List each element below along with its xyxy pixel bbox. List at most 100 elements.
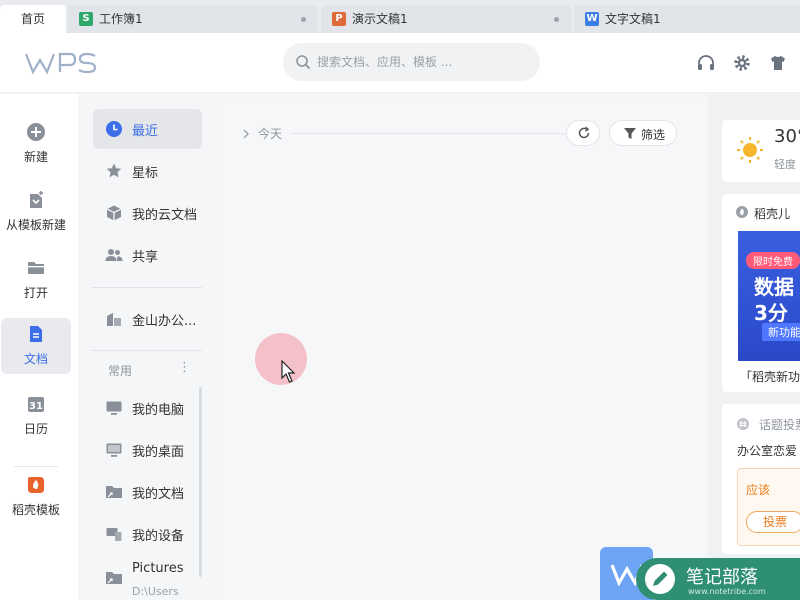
presentation-icon: P <box>332 12 346 26</box>
building-icon <box>107 313 121 326</box>
sun-icon <box>737 137 763 163</box>
nav-divider <box>92 287 202 288</box>
gear-icon[interactable] <box>732 53 752 73</box>
nav-kingsoft-org[interactable]: 金山办公... <box>93 299 202 339</box>
nav-pictures-path: D:\Users <box>132 585 179 598</box>
nav-panel: 最近 星标 我的云文档 共享 金山办公... 常用 ⋮ 我的电脑 我的桌面 我的… <box>78 94 218 600</box>
nav-pictures-label: Pictures <box>132 561 184 576</box>
headset-icon[interactable] <box>696 53 716 73</box>
nav-my-devices[interactable]: 我的设备 <box>93 514 202 554</box>
nav-my-computer[interactable]: 我的电脑 <box>93 388 202 428</box>
nav-my-desktop-label: 我的桌面 <box>132 445 185 460</box>
nav-section-common: 常用 <box>108 364 133 378</box>
pen-logo-icon <box>645 564 675 594</box>
nav-divider <box>92 350 202 351</box>
nav-recent-label: 最近 <box>132 124 159 139</box>
rail-calendar[interactable]: 31 日历 <box>1 388 71 444</box>
topic-option-label: 应该 <box>746 483 771 497</box>
tab-unsaved-dot[interactable] <box>301 17 306 22</box>
rail-documents-label: 文档 <box>23 352 48 366</box>
folder-shortcut-icon <box>106 486 122 498</box>
rail-new[interactable]: 新建 <box>1 116 71 172</box>
wps-logo[interactable] <box>24 51 98 75</box>
watermark-badge: 笔记部落 www.notetribe.com <box>636 558 800 600</box>
docer-caption: 「稻壳新功 <box>740 370 800 384</box>
docer-icon <box>736 206 748 218</box>
group-divider <box>290 133 566 134</box>
spreadsheet-icon: S <box>79 12 93 26</box>
weather-description: 轻度 <box>774 158 796 171</box>
banner-headline: 数据 <box>754 275 794 299</box>
document-icon <box>30 326 42 342</box>
folder-icon <box>28 262 44 274</box>
weather-card[interactable]: 30° 轻度 <box>722 120 800 182</box>
filter-label: 筛选 <box>641 128 666 142</box>
cloud-box-icon <box>106 205 122 221</box>
rail-open[interactable]: 打开 <box>1 252 71 308</box>
shirt-icon[interactable] <box>768 53 788 73</box>
chevron-right-icon[interactable] <box>242 129 250 139</box>
filter-button[interactable]: 筛选 <box>609 120 677 146</box>
folder-shortcut-icon <box>106 572 122 584</box>
calendar-icon: 31 <box>28 397 44 412</box>
topic-vote-card[interactable]: 话题投票 办公室恋爱 应该 投票 <box>722 404 800 554</box>
left-rail: 新建 从模板新建 打开 文档 31 日历 稻壳模板 <box>0 94 78 600</box>
banner-button[interactable]: 新功能 <box>762 323 800 341</box>
search-input[interactable] <box>317 52 527 72</box>
watermark-brand: 笔记部落 <box>686 567 758 588</box>
nav-my-documents[interactable]: 我的文档 <box>93 472 202 512</box>
docer-banner[interactable]: 限时免费 数据 3分 新功能 <box>738 231 800 361</box>
refresh-button[interactable] <box>566 120 600 146</box>
desktop-icon <box>106 443 122 457</box>
vote-button[interactable]: 投票 <box>746 511 800 533</box>
tab-bar: 首页 S 工作簿1 P 演示文稿1 W 文字文稿1 <box>0 0 800 33</box>
right-panel: 30° 轻度 稻壳儿 限时免费 数据 3分 新功能 「稻壳新功 话题投票 办公室… <box>708 94 800 600</box>
nav-cloud-docs[interactable]: 我的云文档 <box>93 193 202 233</box>
template-icon <box>30 191 43 208</box>
nav-starred-label: 星标 <box>132 166 159 181</box>
docer-card-title: 稻壳儿 <box>754 207 791 221</box>
tab-workbook[interactable]: S 工作簿1 <box>68 5 318 33</box>
topic-title: 话题投票 <box>759 418 800 432</box>
computer-icon <box>106 401 122 417</box>
nav-my-desktop[interactable]: 我的桌面 <box>93 430 202 470</box>
search-bar[interactable] <box>283 43 540 81</box>
rail-from-template[interactable]: 从模板新建 <box>1 184 71 240</box>
nav-recent[interactable]: 最近 <box>93 109 202 149</box>
rail-documents[interactable]: 文档 <box>1 318 71 374</box>
rail-open-label: 打开 <box>23 286 48 300</box>
nav-my-computer-label: 我的电脑 <box>132 403 185 418</box>
rail-divider <box>14 466 58 467</box>
topic-icon <box>737 418 749 430</box>
topic-option: 应该 投票 <box>737 468 800 546</box>
nav-scrollbar[interactable] <box>199 387 202 577</box>
rail-docer-templates[interactable]: 稻壳模板 <box>1 469 71 525</box>
tab-document[interactable]: W 文字文稿1 <box>574 5 800 33</box>
docer-card[interactable]: 稻壳儿 限时免费 数据 3分 新功能 「稻壳新功 <box>722 194 800 392</box>
tab-home[interactable]: 首页 <box>0 5 66 33</box>
nav-starred[interactable]: 星标 <box>93 151 202 191</box>
tab-home-label: 首页 <box>20 12 45 26</box>
rail-calendar-label: 日历 <box>23 422 48 436</box>
star-icon <box>106 163 122 178</box>
nav-shared-label: 共享 <box>132 250 159 265</box>
tab-presentation[interactable]: P 演示文稿1 <box>321 5 571 33</box>
nav-my-devices-label: 我的设备 <box>132 529 185 544</box>
docer-icon <box>28 477 44 493</box>
nav-shared[interactable]: 共享 <box>93 235 202 275</box>
rail-docer-label: 稻壳模板 <box>11 503 60 517</box>
users-icon <box>105 249 123 261</box>
clock-icon <box>106 121 122 137</box>
svg-text:31: 31 <box>29 401 43 412</box>
more-icon[interactable]: ⋮ <box>178 360 191 376</box>
document-icon: W <box>585 12 599 26</box>
tab-unsaved-dot[interactable] <box>554 17 559 22</box>
rail-from-template-label: 从模板新建 <box>5 218 66 232</box>
topic-question: 办公室恋爱 <box>737 444 798 458</box>
banner-tag: 限时免费 <box>746 252 800 269</box>
group-today-label: 今天 <box>258 127 283 141</box>
rail-new-label: 新建 <box>23 150 48 164</box>
plus-circle-icon <box>27 123 45 141</box>
nav-cloud-docs-label: 我的云文档 <box>132 208 198 223</box>
header <box>0 33 800 93</box>
